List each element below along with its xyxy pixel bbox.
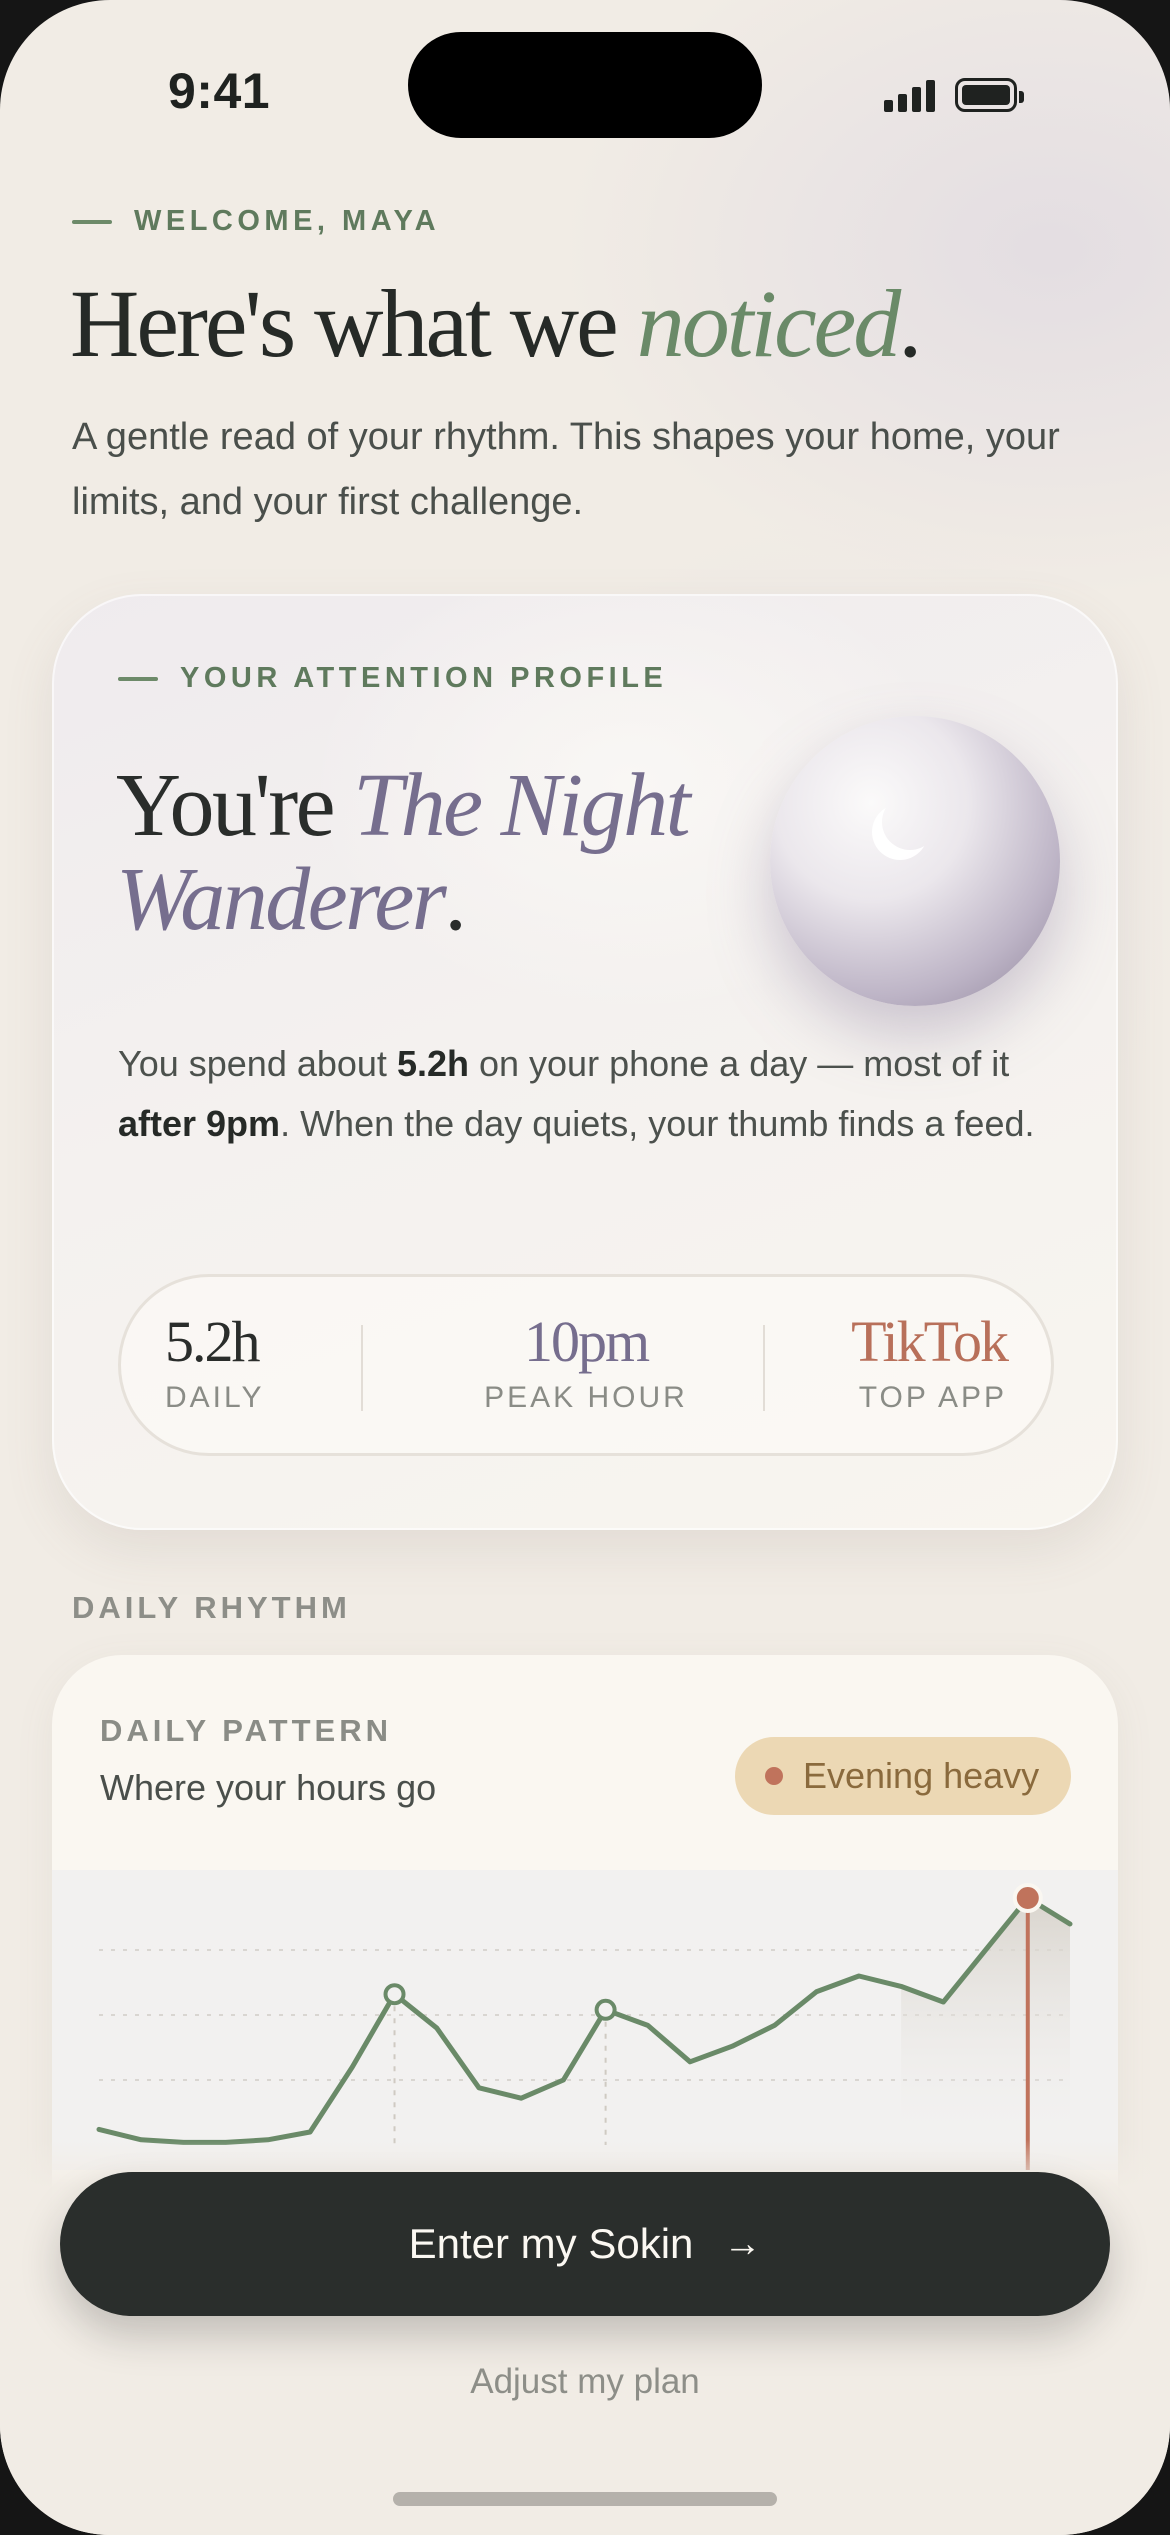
desc-part: You spend about (118, 1043, 397, 1084)
eyebrow-dash (72, 219, 112, 224)
badge-label: Evening heavy (803, 1755, 1040, 1796)
peak-area (901, 1898, 1070, 2145)
persona-orb (770, 716, 1060, 1006)
home-indicator[interactable] (393, 2492, 777, 2506)
profile-eyebrow: YOUR ATTENTION PROFILE (118, 662, 667, 695)
stat-label: TOP APP (858, 1381, 1007, 1414)
persona-suffix: . (444, 850, 467, 949)
arrow-right-icon: → (723, 2222, 762, 2265)
desc-part: . When the day quiets, your thumb finds … (280, 1103, 1035, 1144)
welcome-eyebrow: WELCOME, MAYA (72, 205, 440, 238)
stat-label: PEAK HOUR (484, 1381, 688, 1414)
enter-sokin-button[interactable]: Enter my Sokin → (60, 2172, 1110, 2316)
attention-profile-card: YOUR ATTENTION PROFILE You're The Night W… (52, 594, 1118, 1530)
headline-emphasis: noticed (636, 270, 902, 377)
signal-icon (884, 78, 936, 112)
persona-prefix: You're (116, 756, 354, 855)
phone-screen: 9:41 WELCOME, MAYA Here's what we notice… (0, 0, 1170, 2535)
stat-peak-hour: 10pm PEAK HOUR (456, 1311, 716, 1415)
highlight-point (383, 1983, 406, 2006)
stat-divider (361, 1325, 363, 1411)
eyebrow-dash (118, 676, 158, 681)
pattern-title: Where your hours go (100, 1767, 437, 1808)
headline-prefix: Here's what we (70, 270, 637, 377)
adjust-plan-link[interactable]: Adjust my plan (0, 2362, 1170, 2402)
peak-point (1012, 1883, 1043, 1913)
profile-description: You spend about 5.2h on your phone a day… (118, 1034, 1078, 1154)
highlight-point (594, 1998, 617, 2021)
page-title: Here's what we noticed. (70, 268, 922, 379)
evening-heavy-badge: Evening heavy (735, 1737, 1071, 1815)
badge-dot-icon (765, 1767, 783, 1785)
persona-title: You're The Night Wanderer. (116, 756, 691, 949)
stat-daily: 5.2h DAILY (165, 1311, 264, 1415)
desc-hours: 5.2h (396, 1043, 469, 1084)
stats-pill: 5.2h DAILY 10pm PEAK HOUR TikTok TOP APP (118, 1274, 1054, 1456)
intro-text: A gentle read of your rhythm. This shape… (72, 416, 1060, 523)
desc-part: on your phone a day — most of it (468, 1043, 1010, 1084)
moon-icon (882, 794, 938, 850)
persona-name-line2: Wanderer (116, 850, 447, 949)
chart-svg (96, 1883, 1073, 2170)
stat-divider (763, 1325, 765, 1411)
persona-name-line1: The Night (353, 756, 691, 855)
pattern-eyebrow: DAILY PATTERN (100, 1713, 392, 1748)
enter-sokin-label: Enter my Sokin (408, 2220, 694, 2267)
welcome-eyebrow-label: WELCOME, MAYA (134, 205, 441, 237)
dynamic-island (408, 32, 762, 138)
stat-value: 10pm (523, 1309, 650, 1374)
daily-pattern-chart (52, 1870, 1118, 2170)
stat-value: TikTok (851, 1309, 1009, 1374)
stat-label: DAILY (165, 1381, 265, 1414)
stat-value: 5.2h (165, 1309, 261, 1374)
profile-eyebrow-label: YOUR ATTENTION PROFILE (180, 662, 668, 694)
desc-time: after 9pm (118, 1103, 281, 1144)
battery-icon (955, 78, 1024, 112)
status-time: 9:41 (168, 63, 271, 119)
stat-top-app: TikTok TOP APP (851, 1309, 1009, 1415)
section-label-daily-rhythm: DAILY RHYTHM (72, 1590, 351, 1625)
headline-suffix: . (898, 270, 922, 377)
